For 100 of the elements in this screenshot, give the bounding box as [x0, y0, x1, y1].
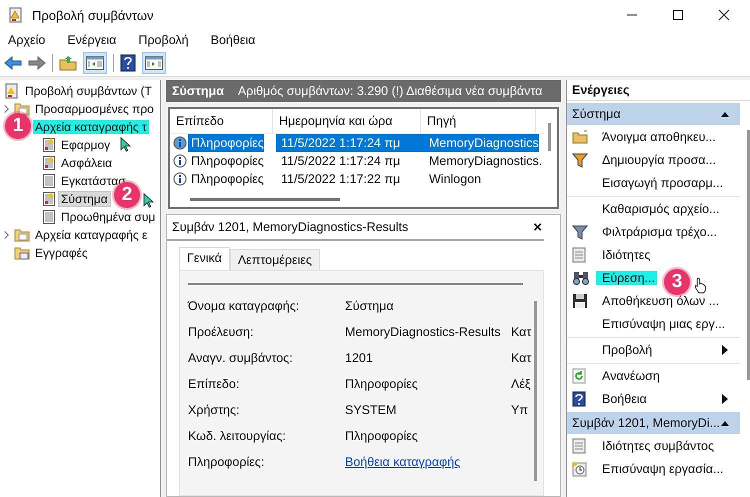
tree-item[interactable]: Προωθημένα συμ [59, 210, 158, 224]
action-item[interactable]: Ιδιότητες συμβάντος [602, 438, 716, 452]
table-cell-text: 11/5/2022 1:17:22 πμ [280, 171, 402, 188]
field-label: Πληροφορίες: [188, 455, 266, 469]
tree-item[interactable]: Εφαρμογ [59, 138, 112, 152]
folder-icon [572, 130, 588, 144]
action-item[interactable]: Δημιουργία προσα... [602, 152, 718, 166]
filter-icon [572, 152, 588, 168]
properties-icon [572, 246, 586, 262]
show-actions-button[interactable] [142, 52, 166, 74]
close-icon[interactable] [718, 9, 730, 21]
action-item[interactable]: Αποθήκευση όλων ... [602, 294, 722, 308]
field-label: Επίπεδο: [188, 377, 240, 391]
info-icon [173, 172, 187, 186]
log-icon [42, 209, 56, 225]
help-icon[interactable] [120, 54, 136, 72]
tree-item[interactable]: Σύστημα [59, 192, 110, 206]
close-button[interactable]: × [533, 218, 542, 236]
field-value: Πληροφορίες [345, 377, 419, 391]
collapsed-caret-icon[interactable] [2, 104, 11, 114]
table-cell-text: Πληροφορίες [190, 153, 264, 170]
scrollbar[interactable] [190, 198, 340, 201]
collapse-arrow-icon[interactable] [720, 419, 730, 427]
field-label: Υπ [511, 403, 528, 417]
info-icon [173, 136, 187, 150]
action-item[interactable]: Εισαγωγή προσαρμ... [602, 176, 726, 190]
clock-icon [572, 460, 588, 476]
table-cell-text: MemoryDiagnostics. [428, 153, 539, 170]
tab[interactable]: Γενικά [179, 247, 230, 270]
event-row[interactable]: Πληροφορίες 11/5/2022 1:17:24 πμ MemoryDiagnostics. [170, 134, 544, 152]
menu-item[interactable]: Βοήθεια [210, 33, 256, 47]
field-label: Λέξ [511, 377, 531, 391]
log-name: Σύστημα [172, 84, 224, 98]
table-cell: MemoryDiagnostics. [424, 134, 539, 152]
field-label: Αναγν. συμβάντος: [188, 351, 294, 365]
action-item[interactable]: Βοήθεια [602, 392, 649, 406]
help-icon [572, 390, 586, 406]
field-label: Χρήστης: [188, 403, 241, 417]
scrollbar[interactable] [747, 130, 750, 380]
action-item[interactable]: Επισύναψη εργασία... [602, 462, 726, 476]
action-item[interactable]: Καθαρισμός αρχείο... [602, 202, 722, 216]
field-label: Κατ [511, 325, 532, 339]
column-header[interactable]: Ημερομηνία και ώρα [273, 109, 421, 133]
properties-icon [572, 438, 586, 454]
help-link[interactable]: Βοήθεια καταγραφής [345, 455, 460, 469]
folder-icon [14, 246, 30, 260]
field-value: SYSTEM [345, 403, 398, 417]
tree-item[interactable]: Αρχεία καταγραφής ε [33, 228, 150, 242]
tree-item[interactable]: Αρχεία καταγραφής τ [33, 120, 149, 134]
actions-title: Ενέργειες [567, 80, 750, 101]
section-header[interactable]: Σύστημα [567, 103, 740, 125]
show-tree-button[interactable] [83, 52, 107, 74]
action-item[interactable]: Άνοιγμα αποθηκευ... [602, 130, 718, 144]
action-item[interactable]: Επισύναψη μιας εργ... [602, 316, 728, 330]
menu-item[interactable]: Ενέργεια [67, 33, 116, 47]
action-item[interactable]: Προβολή [602, 342, 654, 356]
folder-icon [14, 228, 30, 242]
column-header[interactable]: Επίπεδο [170, 109, 273, 133]
event-row[interactable]: Πληροφορίες 11/5/2022 1:17:24 πμ MemoryDiagnostics. [170, 152, 544, 170]
submenu-arrow-icon [722, 394, 728, 404]
action-item[interactable]: Ιδιότητες [602, 248, 652, 262]
action-item[interactable]: Φιλτράρισμα τρέχο... [602, 224, 719, 238]
action-item[interactable]: Εύρεση... [596, 270, 657, 284]
tab[interactable]: Λεπτομέρειες [230, 249, 320, 270]
tree-item[interactable]: Ασφάλεια [59, 156, 114, 170]
table-cell: Πληροφορίες [188, 134, 264, 152]
field-label: Όνομα καταγραφής: [188, 299, 300, 313]
tree-item[interactable]: Εγγραφές [33, 246, 90, 260]
event-title: Συμβάν 1201, MemoryDiagnostics-Results [172, 220, 408, 234]
field-value: MemoryDiagnostics-Results [345, 325, 502, 339]
field-label: Κωδ. λειτουργίας: [188, 429, 287, 443]
scrollbar[interactable] [548, 123, 551, 151]
section-header[interactable]: Συμβάν 1201, MemoryDi... [567, 412, 740, 434]
maximize-icon[interactable] [672, 9, 684, 21]
cursor-icon [143, 193, 154, 208]
app-icon [8, 7, 24, 23]
field-value: Σύστημα [345, 299, 395, 313]
field-label: Κατ [511, 351, 532, 365]
field-value: 1201 [345, 351, 374, 365]
column-header[interactable]: Πηγή [421, 109, 536, 133]
scrollbar[interactable] [534, 301, 537, 481]
back-arrow-icon[interactable] [4, 56, 22, 70]
tree-item[interactable]: Προσαρμοσμένες προ [33, 102, 156, 116]
table-cell-text: Πληροφορίες [190, 171, 264, 188]
log-icon [42, 191, 56, 207]
menu-item[interactable]: Προβολή [138, 33, 189, 47]
refresh-icon [572, 368, 586, 384]
collapsed-caret-icon[interactable] [2, 230, 11, 240]
folder-up-icon[interactable] [59, 55, 77, 71]
event-row[interactable]: Πληροφορίες 11/5/2022 1:17:22 πμ Winlogon [170, 170, 544, 188]
collapse-arrow-icon[interactable] [720, 110, 730, 118]
field-label: Προέλευση: [188, 325, 254, 339]
window-title: Προβολή συμβάντων [32, 8, 154, 22]
save-icon [572, 292, 588, 308]
forward-arrow-icon[interactable] [28, 56, 46, 70]
tree-item[interactable]: Προβολή συμβάντων (Τ [23, 84, 154, 98]
menu-item[interactable]: Αρχείο [8, 33, 46, 47]
folder-icon [14, 102, 30, 116]
action-item[interactable]: Ανανέωση [602, 368, 662, 382]
cursor-icon [120, 137, 131, 152]
